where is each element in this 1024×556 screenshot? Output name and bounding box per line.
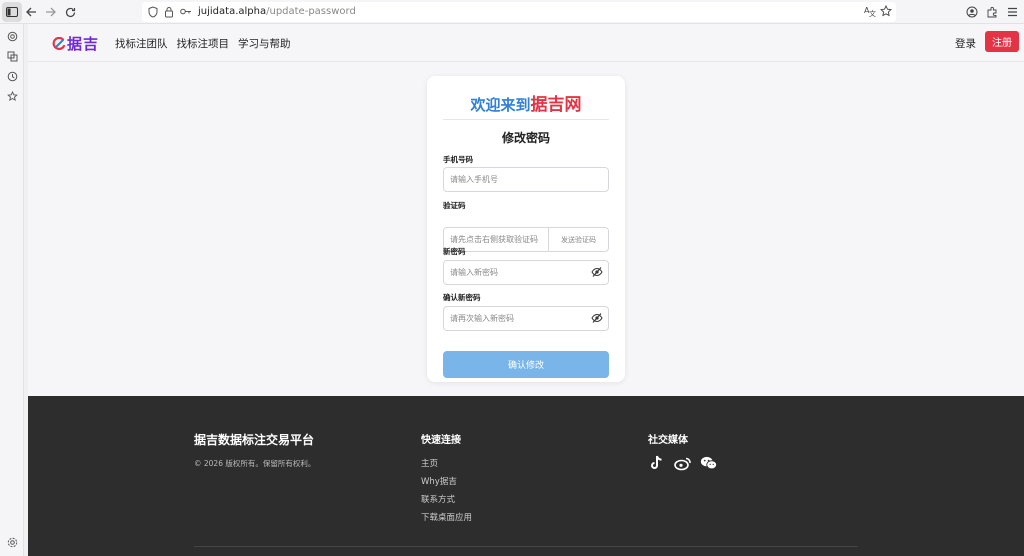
extensions-icon[interactable]: [982, 2, 1002, 22]
logo[interactable]: 据吉: [52, 33, 99, 54]
logo-mark-icon: [52, 36, 66, 51]
social-title: 社交媒体: [648, 435, 688, 446]
send-code-button[interactable]: 发送验证码: [548, 228, 608, 251]
footer-separator: [194, 546, 858, 547]
phone-label: 手机号码: [443, 155, 473, 164]
nav-find-team[interactable]: 找标注团队: [115, 36, 168, 51]
phone-input[interactable]: [443, 167, 609, 192]
new-password-input[interactable]: [443, 260, 609, 285]
site-footer: 据吉数据标注交易平台 © 2026 版权所有。保留所有权利。 快速连接 主页 W…: [28, 396, 1024, 556]
back-icon[interactable]: [21, 2, 41, 22]
weibo-icon[interactable]: [674, 455, 692, 471]
confirm-password-group: [443, 306, 609, 331]
svg-text:文: 文: [869, 9, 876, 17]
confirm-password-label: 确认新密码: [443, 293, 481, 302]
card-divider: [443, 119, 609, 120]
nav-find-project[interactable]: 找标注项目: [177, 36, 230, 51]
ai-icon[interactable]: [4, 28, 20, 44]
lock-icon[interactable]: [164, 6, 174, 21]
url-text: jujidata.alpha/update-password: [198, 6, 356, 17]
star-icon[interactable]: [879, 4, 893, 20]
new-password-group: [443, 260, 609, 285]
clock-icon[interactable]: [4, 68, 20, 84]
menu-icon[interactable]: [1002, 2, 1022, 22]
welcome-prefix: 欢迎来到: [470, 96, 531, 114]
login-link[interactable]: 登录: [955, 36, 976, 51]
bookmark-icon[interactable]: [4, 88, 20, 104]
code-field-group: 发送验证码: [443, 227, 609, 252]
account-icon[interactable]: [962, 2, 982, 22]
eye-off-icon[interactable]: [591, 266, 603, 278]
footer-link-contact[interactable]: 联系方式: [421, 493, 455, 505]
welcome-heading: 欢迎来到据吉网: [427, 90, 625, 115]
form-title: 修改密码: [501, 131, 550, 145]
submit-button[interactable]: 确认修改: [443, 351, 609, 378]
update-password-card: 欢迎来到据吉网 修改密码 手机号码 验证码 发送验证码 新密码 确认新密码 确认…: [427, 76, 625, 382]
address-bar[interactable]: jujidata.alpha/update-password A文: [142, 2, 896, 22]
social-icons: [648, 455, 718, 471]
url-path: /update-password: [266, 6, 356, 17]
main-nav: 找标注团队 找标注项目 学习与帮助: [115, 36, 291, 51]
quick-links-title: 快速连接: [421, 435, 461, 446]
eye-off-icon[interactable]: [591, 312, 603, 324]
wechat-icon[interactable]: [700, 455, 718, 471]
register-button[interactable]: 注册: [985, 31, 1019, 52]
footer-link-download[interactable]: 下载桌面应用: [421, 511, 472, 523]
sidebar-toggle-icon[interactable]: [2, 2, 22, 22]
footer-link-home[interactable]: 主页: [421, 457, 438, 469]
reload-icon[interactable]: [60, 2, 80, 22]
site-header: 据吉 找标注团队 找标注项目 学习与帮助 登录 注册: [28, 24, 1024, 62]
main-content: 欢迎来到据吉网 修改密码 手机号码 验证码 发送验证码 新密码 确认新密码 确认…: [28, 62, 1024, 396]
nav-learn-help[interactable]: 学习与帮助: [238, 36, 291, 51]
settings-icon[interactable]: [4, 534, 20, 550]
logo-text: 据吉: [67, 35, 100, 53]
key-icon[interactable]: [180, 7, 192, 19]
footer-brand: 据吉数据标注交易平台: [194, 433, 315, 447]
translate-icon[interactable]: A文: [864, 5, 876, 20]
browser-sidebar: [0, 24, 24, 556]
url-host: jujidata.alpha: [198, 6, 267, 17]
history-icon[interactable]: [4, 48, 20, 64]
confirm-password-input[interactable]: [443, 306, 609, 331]
browser-toolbar: jujidata.alpha/update-password A文: [0, 0, 1024, 24]
footer-link-why[interactable]: Why据吉: [421, 475, 457, 487]
new-password-label: 新密码: [443, 247, 466, 256]
welcome-brand: 据吉网: [530, 95, 582, 115]
forward-icon[interactable]: [40, 2, 60, 22]
tiktok-icon[interactable]: [648, 455, 666, 471]
code-label: 验证码: [443, 201, 466, 210]
footer-copyright: © 2026 版权所有。保留所有权利。: [194, 459, 316, 468]
shield-icon[interactable]: [148, 6, 158, 21]
